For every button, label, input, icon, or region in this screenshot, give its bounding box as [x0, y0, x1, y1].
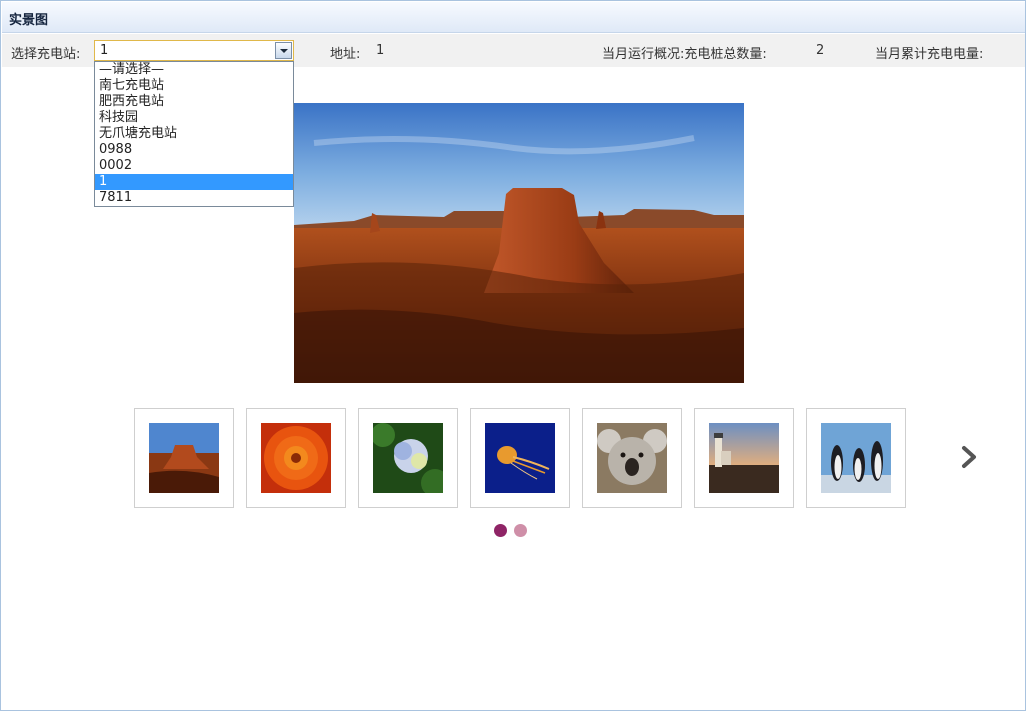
energy-label: 当月累计充电电量: — [875, 47, 984, 62]
pagination-dot-active[interactable] — [494, 524, 507, 537]
dropdown-option[interactable]: 0002 — [95, 158, 293, 174]
address-value: 1 — [376, 43, 385, 58]
panel-title: 实景图 — [9, 13, 49, 28]
thumbnail-chrysanthemum[interactable] — [246, 408, 346, 508]
chevron-down-icon[interactable] — [275, 42, 292, 59]
station-dropdown-list: —请选择— 南七充电站 肥西充电站 科技园 无爪塘充电站 0988 0002 1… — [94, 61, 294, 207]
dropdown-option[interactable]: 7811 — [95, 190, 293, 206]
station-select[interactable]: 1 — [94, 40, 294, 61]
thumbnail-lighthouse[interactable] — [694, 408, 794, 508]
dropdown-option[interactable]: 肥西充电站 — [95, 94, 293, 110]
thumbnail-jellyfish[interactable] — [470, 408, 570, 508]
carousel-pagination — [494, 524, 534, 538]
dropdown-option[interactable]: 科技园 — [95, 110, 293, 126]
overview-label: 当月运行概况:充电桩总数量: — [602, 47, 767, 62]
main-photo — [294, 103, 744, 383]
dropdown-option[interactable]: 南七充电站 — [95, 78, 293, 94]
station-label: 选择充电站: — [11, 47, 81, 62]
thumbnail-desert[interactable] — [134, 408, 234, 508]
station-select-value: 1 — [100, 43, 109, 58]
thumbnail-penguins[interactable] — [806, 408, 906, 508]
thumbnail-koala[interactable] — [582, 408, 682, 508]
page-frame: 实景图 选择充电站: 1 地址: 1 当月运行概况:充电桩总数量: 2 当月累计… — [0, 0, 1026, 711]
thumbnail-hydrangeas[interactable] — [358, 408, 458, 508]
dropdown-option[interactable]: 0988 — [95, 142, 293, 158]
dropdown-option[interactable]: 无爪塘充电站 — [95, 126, 293, 142]
panel-header: 实景图 — [2, 2, 1025, 33]
chevron-right-icon[interactable] — [959, 445, 981, 469]
pile-count-value: 2 — [816, 43, 825, 58]
dropdown-option[interactable]: —请选择— — [95, 62, 293, 78]
dropdown-option[interactable]: 1 — [95, 174, 293, 190]
pagination-dot[interactable] — [514, 524, 527, 537]
address-label: 地址: — [330, 47, 361, 62]
